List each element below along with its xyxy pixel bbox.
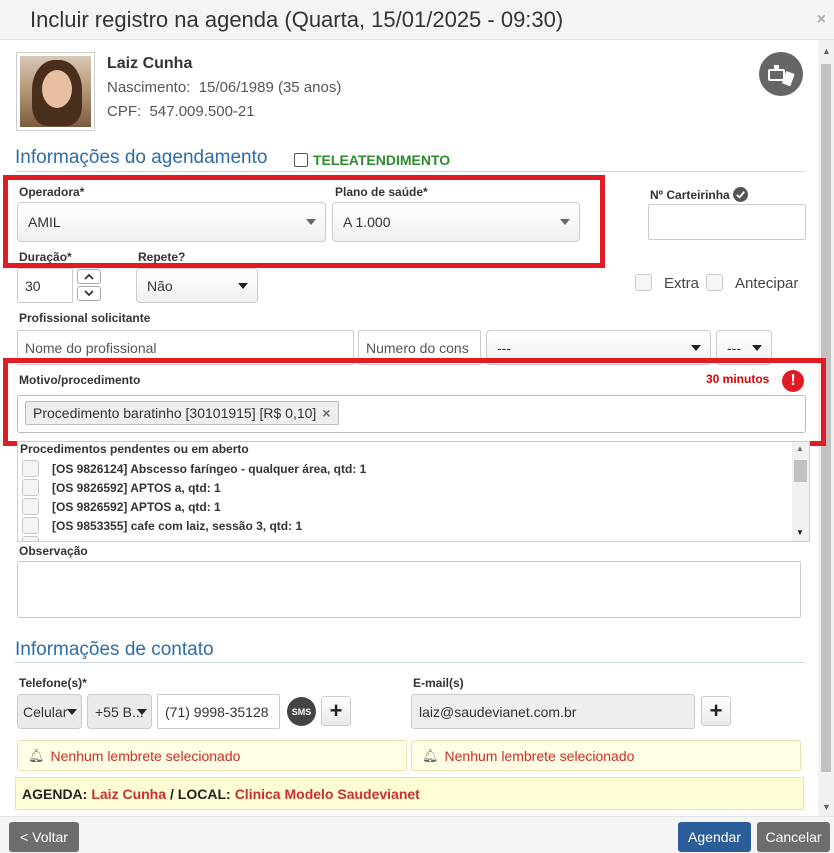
email-input[interactable]: laiz@saudevianet.com.br [411, 694, 695, 729]
agenda-summary: AGENDA: Laiz Cunha / LOCAL: Clinica Mode… [15, 777, 804, 810]
extra-checkbox[interactable] [635, 274, 652, 291]
carteirinha-label: Nº Carteirinha [650, 187, 749, 202]
chevron-down-icon [84, 290, 94, 297]
cpf-label: CPF: [107, 103, 142, 120]
birth-label: Nascimento: [107, 79, 191, 96]
sms-icon[interactable]: SMS [287, 697, 316, 726]
repete-value: Não [147, 277, 173, 294]
scroll-down-icon[interactable]: ▼ [822, 802, 831, 812]
dialog-titlebar: Incluir registro na agenda (Quarta, 15/0… [0, 0, 834, 40]
plus-icon: + [709, 698, 723, 723]
section-divider [15, 662, 805, 663]
cpf-value: 547.009.500-21 [149, 103, 255, 120]
patient-birth: Nascimento: 15/06/1989 (35 anos) [107, 79, 341, 96]
profissional-label: Profissional solicitante [19, 311, 151, 325]
patient-avatar [16, 52, 95, 131]
pending-checkbox[interactable] [22, 498, 39, 515]
repete-select[interactable]: Não [136, 268, 258, 303]
scroll-down-icon[interactable]: ▼ [796, 528, 804, 537]
birth-value: 15/06/1989 (35 anos) [198, 79, 342, 96]
chevron-down-icon [67, 708, 77, 715]
local-value: Clinica Modelo Saudevianet [234, 785, 420, 802]
antecipar-checkbox[interactable] [706, 274, 723, 291]
chevron-down-icon [238, 282, 248, 289]
duracao-label: Duração* [19, 250, 72, 264]
phones-label: Telefone(s)* [19, 676, 87, 690]
list-item[interactable]: [OS 9826124] Abscesso faríngeo - qualque… [22, 459, 366, 478]
antecipar-label: Antecipar [735, 275, 799, 292]
pending-scrollbar-thumb[interactable] [794, 460, 807, 482]
observacao-label: Observação [19, 544, 88, 558]
pending-checkbox[interactable] [22, 517, 39, 534]
chevron-down-icon [752, 344, 762, 351]
telehealth-svg [768, 65, 795, 86]
section-divider [15, 171, 805, 172]
pending-label: Procedimentos pendentes ou em aberto [20, 442, 249, 456]
pending-scrollbar[interactable]: ▲ ▼ [792, 442, 809, 541]
patient-name: Laiz Cunha [107, 55, 193, 72]
scroll-up-icon[interactable]: ▲ [822, 46, 831, 56]
telehealth-label: TELEATENDIMENTO [313, 152, 451, 168]
phone-number-input[interactable]: (71) 9998-35128 [157, 694, 280, 729]
plus-icon: + [329, 698, 343, 723]
summary-separator: / [170, 785, 174, 802]
cancel-button[interactable]: Cancelar [757, 822, 830, 852]
chevron-down-icon [137, 708, 147, 715]
phone-reminder-box[interactable]: 🔔︎ Nenhum lembrete selecionado [17, 740, 407, 771]
pending-procedures-list: Procedimentos pendentes ou em aberto [OS… [17, 441, 810, 542]
phone-type-select[interactable]: Celular [17, 694, 82, 729]
close-icon[interactable]: × [817, 11, 826, 29]
scroll-up-icon[interactable]: ▲ [796, 444, 804, 453]
pending-checkbox[interactable] [22, 460, 39, 477]
add-phone-button[interactable]: + [321, 696, 351, 726]
phone-type-value: Celular [23, 703, 68, 720]
observacao-textarea[interactable] [17, 561, 801, 618]
bell-icon: 🔔︎ [28, 747, 45, 763]
list-item[interactable]: [OS 9826592] APTOS a, qtd: 1 [22, 478, 221, 497]
highlight-operadora-plano [3, 175, 605, 268]
conselho-uf-value: --- [727, 339, 741, 356]
contact-section-title: Informações de contato [15, 639, 214, 660]
phone-reminder-text: Nenhum lembrete selecionado [50, 747, 241, 764]
pending-checkbox[interactable] [22, 479, 39, 496]
scheduling-section-title: Informações do agendamento [15, 147, 268, 168]
local-label: LOCAL: [177, 785, 231, 802]
patient-photo [20, 56, 91, 127]
chevron-up-icon [84, 273, 94, 280]
telehealth-icon[interactable] [759, 52, 803, 96]
repete-label: Repete? [138, 250, 186, 264]
extra-label: Extra [664, 275, 700, 292]
agenda-label: AGENDA: [22, 785, 88, 802]
dialog-title: Incluir registro na agenda (Quarta, 15/0… [30, 7, 564, 32]
list-item[interactable]: [OS 9853355] cafe com laiz, sessão 3, qt… [22, 516, 302, 535]
agenda-value: Laiz Cunha [91, 785, 167, 802]
carteirinha-input[interactable] [648, 204, 806, 240]
list-item[interactable]: [OS 9826592] APTOS a, qtd: 1 [22, 497, 221, 516]
email-reminder-text: Nenhum lembrete selecionado [444, 747, 635, 764]
email-label: E-mail(s) [413, 676, 464, 690]
check-circle-icon [733, 187, 749, 202]
bell-icon: 🔔︎ [422, 747, 439, 763]
email-reminder-box[interactable]: 🔔︎ Nenhum lembrete selecionado [411, 740, 801, 771]
add-email-button[interactable]: + [701, 696, 731, 726]
duracao-increment-button[interactable] [77, 269, 101, 284]
patient-cpf: CPF: 547.009.500-21 [107, 103, 255, 120]
telehealth-checkbox[interactable] [294, 153, 308, 167]
chevron-down-icon [691, 344, 701, 351]
list-item[interactable] [22, 535, 52, 541]
back-button[interactable]: < Voltar [9, 822, 79, 852]
phone-country-select[interactable]: +55 B... [87, 694, 152, 729]
duracao-input[interactable]: 30 [17, 268, 73, 303]
submit-button[interactable]: Agendar [678, 822, 751, 852]
conselho-tipo-value: --- [497, 339, 511, 356]
duracao-decrement-button[interactable] [77, 286, 101, 301]
pending-checkbox[interactable] [22, 536, 39, 541]
highlight-motivo [3, 358, 826, 446]
